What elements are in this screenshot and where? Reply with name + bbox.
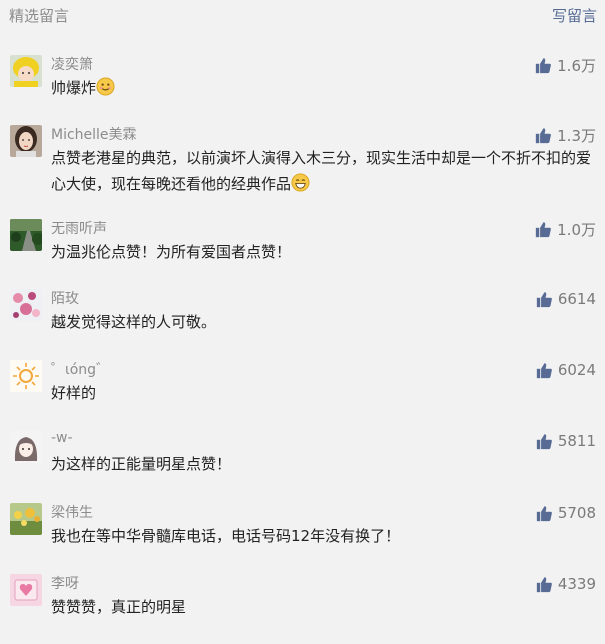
- comment-text: 为温兆伦点赞！为所有爱国者点赞！: [51, 243, 292, 261]
- avatar-cartoon-girl-icon: [10, 431, 42, 463]
- comment-item: 凌奕箫 帅爆炸 1.6万: [0, 55, 605, 125]
- avatar[interactable]: [10, 360, 42, 392]
- commenter-name: Michelle美霖: [51, 127, 137, 143]
- comment-text: 越发觉得这样的人可敬。: [51, 313, 217, 331]
- like-count: 5811: [557, 432, 596, 450]
- comment-item: 李呀 赞赞赞，真正的明星 4339: [0, 574, 605, 644]
- thumbs-up-icon: [536, 576, 552, 592]
- comment-item: 无雨听声 为温兆伦点赞！为所有爱国者点赞！ 1.0万: [0, 219, 605, 289]
- like-count: 6614: [557, 290, 596, 308]
- avatar-green-path-icon: [10, 219, 42, 251]
- like-count: 1.6万: [557, 56, 596, 75]
- like-count: 1.3万: [557, 126, 596, 145]
- comment-text: 帅爆炸: [51, 75, 596, 101]
- comment-item: -w- 为这样的正能量明星点赞！ 5811: [0, 430, 605, 501]
- comment-text: 为这样的正能量明星点赞！: [51, 455, 232, 473]
- like-button[interactable]: 1.3万: [535, 125, 596, 145]
- write-comment-link[interactable]: 写留言: [552, 5, 597, 26]
- avatar[interactable]: [10, 503, 42, 535]
- like-count: 5708: [557, 504, 596, 522]
- commenter-name: 李呀: [51, 576, 79, 592]
- comment-item: ゜ιόng゛ 好样的 6024: [0, 360, 605, 430]
- comments-header: 精选留言 写留言: [0, 0, 605, 30]
- like-button[interactable]: 6614: [536, 289, 596, 309]
- commenter-name: 凌奕箫: [51, 57, 93, 73]
- thumbs-up-icon: [535, 221, 552, 237]
- avatar-woman-portrait-icon: [10, 125, 42, 157]
- comment-item: Michelle美霖 点赞老港星的典范，以前演坏人演得入木三分，现实生活中却是一…: [0, 125, 605, 195]
- thumbs-up-icon: [535, 57, 552, 73]
- avatar[interactable]: [10, 289, 42, 321]
- avatar[interactable]: [10, 125, 42, 157]
- like-button[interactable]: 5811: [536, 431, 596, 451]
- like-count: 4339: [557, 575, 596, 593]
- like-button[interactable]: 4339: [536, 574, 596, 594]
- avatar-yellow-hat-child-icon: [10, 55, 42, 87]
- avatar[interactable]: [10, 574, 42, 606]
- avatar-pink-card-icon: [10, 574, 42, 606]
- avatar-sun-drawing-icon: [10, 360, 42, 392]
- thumbs-up-icon: [536, 362, 552, 378]
- thumbs-up-icon: [536, 433, 552, 449]
- avatar-pink-blossoms-icon: [10, 289, 42, 321]
- thumbs-up-icon: [536, 505, 552, 521]
- like-button[interactable]: 1.6万: [535, 55, 596, 75]
- thumbs-up-icon: [536, 291, 552, 307]
- like-count: 1.0万: [557, 220, 596, 239]
- like-count: 6024: [557, 361, 596, 379]
- avatar[interactable]: [10, 219, 42, 251]
- avatar-flower-field-icon: [10, 503, 42, 535]
- thumbs-up-icon: [535, 127, 552, 143]
- comment-text: 赞赞赞，真正的明星: [51, 598, 187, 616]
- avatar[interactable]: [10, 55, 42, 87]
- like-button[interactable]: 5708: [536, 503, 596, 523]
- commenter-name: 无雨听声: [51, 221, 107, 237]
- commenter-name: 陌玫: [51, 291, 79, 307]
- like-button[interactable]: 6024: [536, 360, 596, 380]
- comment-item: 陌玫 越发觉得这样的人可敬。 6614: [0, 289, 605, 359]
- featured-comments-title: 精选留言: [9, 7, 70, 25]
- comment-text: 我也在等中华骨髓库电话，电话号码12年没有换了！: [51, 527, 401, 545]
- comment-text: 好样的: [51, 384, 97, 402]
- avatar[interactable]: [10, 431, 42, 463]
- commenter-name: -w-: [51, 430, 73, 446]
- comment-text: 点赞老港星的典范，以前演坏人演得入木三分，现实生活中却是一个不折不扣的爱心大使，…: [51, 149, 592, 193]
- grin-emoji-icon: [291, 173, 310, 192]
- smile-emoji-icon: [96, 77, 115, 96]
- comment-item: 梁伟生 我也在等中华骨髓库电话，电话号码12年没有换了！ 5708: [0, 503, 605, 573]
- commenter-name: 梁伟生: [51, 505, 93, 521]
- commenter-name: ゜ιόng゛: [51, 362, 111, 378]
- like-button[interactable]: 1.0万: [535, 219, 596, 239]
